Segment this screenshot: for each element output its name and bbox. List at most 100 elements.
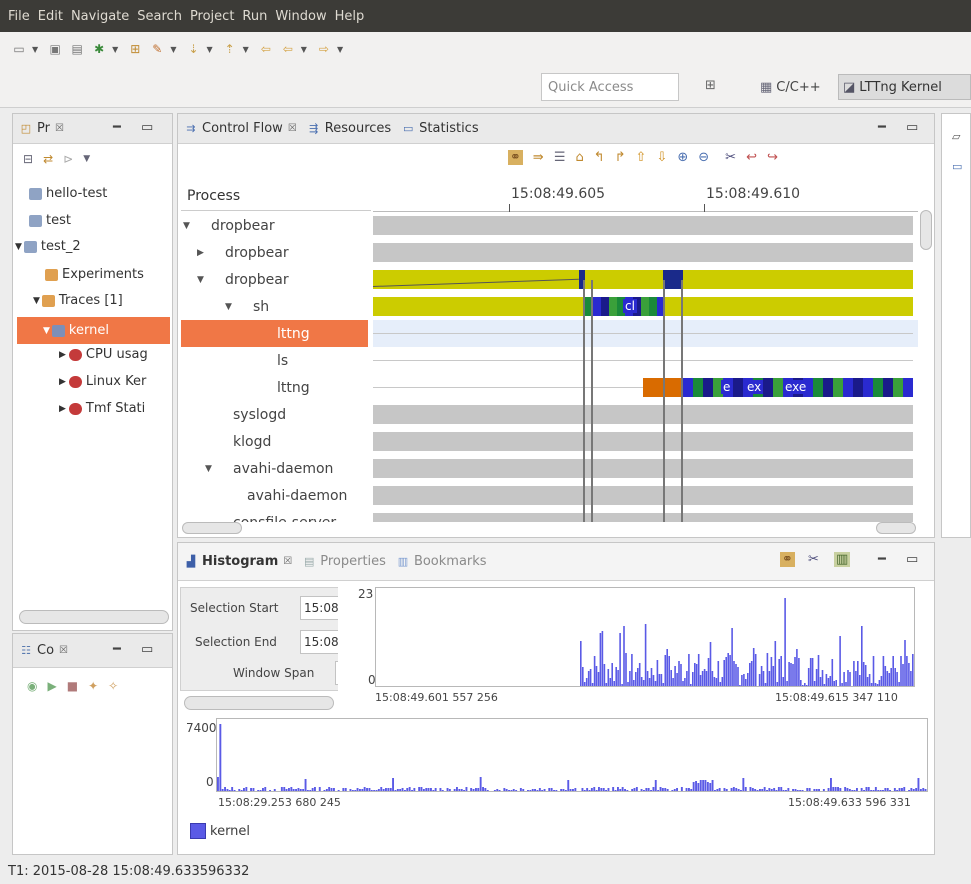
expand-arrow-icon[interactable]: ▶ xyxy=(59,404,66,414)
minimize-icon[interactable]: ━ xyxy=(878,552,886,567)
menu-help[interactable]: Help xyxy=(335,9,365,24)
process-header[interactable]: Process xyxy=(187,188,240,204)
process-row[interactable]: ▶ dropbear xyxy=(181,239,368,266)
focus-icon[interactable]: ⊳ xyxy=(63,152,73,166)
collapse-arrow-icon[interactable]: ▼ xyxy=(225,302,232,312)
maximize-icon[interactable]: ▭ xyxy=(906,120,918,135)
tab-control[interactable]: ☷ Co ☒ xyxy=(19,643,68,658)
window-span-field[interactable] xyxy=(335,661,338,685)
vertical-scrollbar[interactable] xyxy=(920,210,932,250)
close-icon[interactable]: ☒ xyxy=(288,123,297,134)
next-annotation-dropdown-icon[interactable]: ▼ xyxy=(206,45,212,54)
bottom-histogram-canvas[interactable] xyxy=(216,718,928,792)
process-row[interactable]: ▼ sh xyxy=(181,293,368,320)
tab-bookmarks[interactable]: ▥ Bookmarks xyxy=(396,554,487,569)
expand-arrow-icon[interactable]: ▼ xyxy=(15,242,22,252)
process-row[interactable]: lttng xyxy=(181,320,368,347)
expand-arrow-icon[interactable]: ▶ xyxy=(59,377,66,387)
link-editor-icon[interactable]: ⇄ xyxy=(43,152,53,166)
stop-icon[interactable]: ■ xyxy=(67,679,78,693)
maximize-icon[interactable]: ▭ xyxy=(906,552,918,567)
tab-project-explorer[interactable]: ◰ Pr ☒ xyxy=(19,121,64,136)
menu-search[interactable]: Search xyxy=(137,9,182,24)
process-horizontal-scrollbar[interactable] xyxy=(182,522,242,534)
tree-item-test-2[interactable]: ▼ test_2 xyxy=(15,239,81,254)
maximize-icon[interactable]: ▭ xyxy=(141,642,153,657)
minimize-icon[interactable]: ━ xyxy=(113,120,121,135)
home-icon[interactable]: ⌂ xyxy=(575,150,583,165)
collapse-arrow-icon[interactable]: ▼ xyxy=(183,221,190,231)
prev-event-icon[interactable]: ↰ xyxy=(594,150,605,165)
show-stacked-icon[interactable]: ▥ xyxy=(834,552,851,567)
tree-item-tmf-statistics[interactable]: ▶ Tmf Stati xyxy=(59,401,145,416)
zoom-out-icon[interactable]: ⊖ xyxy=(698,150,709,165)
debug-dropdown-icon[interactable]: ▼ xyxy=(112,45,118,54)
sync-icon[interactable]: ⚭ xyxy=(508,150,523,165)
tree-item-traces[interactable]: ▼ Traces [1] xyxy=(33,293,123,308)
menu-navigate[interactable]: Navigate xyxy=(71,9,129,24)
restore-icon[interactable]: ▱ xyxy=(952,130,960,143)
zoom-in-icon[interactable]: ⊕ xyxy=(677,150,688,165)
open-type-icon[interactable]: ⊞ xyxy=(126,40,144,58)
menu-project[interactable]: Project xyxy=(190,9,234,24)
expand-arrow-icon[interactable]: ▼ xyxy=(33,296,40,306)
tree-item-kernel[interactable]: ▼ kernel xyxy=(17,317,170,344)
selection-end-field[interactable]: 15:08 xyxy=(300,630,338,654)
tab-control-flow[interactable]: ⇉ Control Flow ☒ xyxy=(184,121,297,136)
tree-item-test[interactable]: test xyxy=(29,213,71,228)
forward-icon[interactable]: ⇨ xyxy=(315,40,333,58)
view-menu-icon[interactable]: ▼ xyxy=(83,154,90,166)
collapse-arrow-icon[interactable]: ▼ xyxy=(197,275,204,285)
process-row[interactable]: ▼ dropbear xyxy=(181,266,368,293)
menu-window[interactable]: Window xyxy=(275,9,326,24)
back-icon[interactable]: ⇦ xyxy=(257,40,275,58)
prev-annotation-icon[interactable]: ⇡ xyxy=(221,40,239,58)
minimized-view-icon[interactable]: ▭ xyxy=(952,160,962,173)
tab-histogram[interactable]: ▟ Histogram ☒ xyxy=(184,554,292,569)
menu-run[interactable]: Run xyxy=(242,9,267,24)
tab-statistics[interactable]: ▭ Statistics xyxy=(401,121,479,136)
prev-process-icon[interactable]: ⇧ xyxy=(636,150,647,165)
follow-arrow-forward-icon[interactable]: ↪ xyxy=(767,150,778,165)
process-row[interactable]: lttng xyxy=(181,374,368,401)
tree-item-linux-kernel[interactable]: ▶ Linux Ker xyxy=(59,374,146,389)
disable-icon[interactable]: ✧ xyxy=(108,679,118,693)
expand-arrow-icon[interactable]: ▶ xyxy=(59,350,66,360)
filter-icon[interactable]: ☰ xyxy=(554,150,566,165)
tab-properties[interactable]: ▤ Properties xyxy=(302,554,386,569)
menu-file[interactable]: File xyxy=(8,9,30,24)
new-dropdown-icon[interactable]: ▼ xyxy=(32,45,38,54)
open-perspective-icon[interactable]: ⊞ xyxy=(705,78,723,96)
process-row[interactable]: ls xyxy=(181,347,368,374)
controls-scrollbar[interactable] xyxy=(184,696,334,710)
tree-item-hello-test[interactable]: hello-test xyxy=(29,186,107,201)
optimize-icon[interactable]: ⇛ xyxy=(533,150,544,165)
timeline-horizontal-scrollbar[interactable] xyxy=(876,522,916,534)
next-annotation-icon[interactable]: ⇣ xyxy=(184,40,202,58)
selection-start-field[interactable]: 15:08 xyxy=(300,596,338,620)
close-icon[interactable]: ☒ xyxy=(283,556,292,567)
start-icon[interactable]: ▶ xyxy=(47,679,56,693)
connect-icon[interactable]: ◉ xyxy=(27,679,37,693)
debug-icon[interactable]: ✱ xyxy=(90,40,108,58)
hide-arrows-icon[interactable]: ✂ xyxy=(725,150,736,165)
back-history-icon[interactable]: ⇦ xyxy=(279,40,297,58)
perspective-lttng-button[interactable]: ◪ LTTng Kernel xyxy=(838,74,971,100)
collapse-all-icon[interactable]: ⊟ xyxy=(23,152,33,166)
close-icon[interactable]: ☒ xyxy=(59,645,68,656)
follow-arrow-back-icon[interactable]: ↩ xyxy=(746,150,757,165)
next-process-icon[interactable]: ⇩ xyxy=(656,150,667,165)
minimize-icon[interactable]: ━ xyxy=(878,120,886,135)
pin-icon[interactable]: ✎ xyxy=(148,40,166,58)
next-event-icon[interactable]: ↱ xyxy=(615,150,626,165)
back-dropdown-icon[interactable]: ▼ xyxy=(301,45,307,54)
pin-dropdown-icon[interactable]: ▼ xyxy=(170,45,176,54)
minimize-icon[interactable]: ━ xyxy=(113,642,121,657)
sync-histogram-icon[interactable]: ⚭ xyxy=(780,552,795,567)
menu-edit[interactable]: Edit xyxy=(38,9,63,24)
enable-icon[interactable]: ✦ xyxy=(88,679,98,693)
forward-dropdown-icon[interactable]: ▼ xyxy=(337,45,343,54)
save-icon[interactable]: ▣ xyxy=(46,40,64,58)
horizontal-scrollbar[interactable] xyxy=(19,610,169,624)
process-row[interactable]: ▼ avahi-daemon xyxy=(181,455,368,482)
